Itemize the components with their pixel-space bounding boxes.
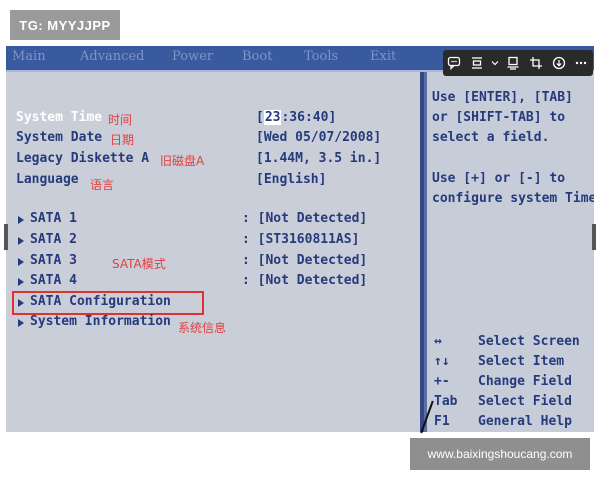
system-time-cursor: 23 (263, 110, 282, 125)
legacy-diskette-label: Legacy Diskette A (16, 151, 150, 166)
sata2-arrow-icon (18, 237, 24, 245)
legacy-diskette-annotation: 旧磁盘A (160, 154, 205, 168)
menu-tools: Tools (304, 49, 339, 64)
key-select-screen-desc: Select Screen (478, 334, 580, 349)
sata1-label: SATA 1 (30, 211, 77, 226)
crop-icon[interactable] (527, 54, 545, 72)
sata4-arrow-icon (18, 278, 24, 286)
bios-photo: Main Advanced Power Boot Tools Exit Syst… (6, 46, 594, 432)
system-date-label: System Date (16, 130, 103, 145)
sata-configuration-label: SATA Configuration (30, 294, 171, 309)
key-select-screen: ↔ (434, 334, 442, 349)
help-line-1: Use [ENTER], [TAB] (432, 90, 573, 105)
watermark-top: TG: MYYJJPP (10, 10, 120, 40)
sata1-value: : [Not Detected] (242, 211, 368, 226)
system-time-value: [23:36:40] (256, 110, 337, 125)
help-line-4: Use [+] or [-] to (432, 171, 566, 186)
ocr-icon[interactable] (504, 54, 522, 72)
download-icon[interactable] (550, 54, 568, 72)
menu-advanced: Advanced (80, 49, 145, 64)
watermark-bottom: www.baixingshoucang.com (410, 438, 590, 470)
system-time-annotation: 时间 (108, 113, 133, 127)
sata-configuration-arrow-icon (18, 299, 24, 307)
help-line-5: configure system Time (432, 191, 594, 206)
frame-icon[interactable] (468, 54, 486, 72)
sata1-arrow-icon (18, 216, 24, 224)
system-information-arrow-icon (18, 319, 24, 327)
help-line-3: select a field. (432, 130, 550, 145)
more-icon[interactable] (572, 54, 590, 72)
sata4-label: SATA 4 (30, 273, 77, 288)
menu-power: Power (172, 49, 214, 64)
key-select-field: Tab (434, 394, 458, 409)
help-line-2: or [SHIFT-TAB] to (432, 110, 566, 125)
sata4-value: : [Not Detected] (242, 273, 368, 288)
bios-settings-pane (6, 72, 420, 432)
chevron-down-icon[interactable] (491, 54, 499, 72)
key-change-field-desc: Change Field (478, 374, 572, 389)
image-toolbar (443, 50, 593, 76)
comment-icon[interactable] (445, 54, 463, 72)
language-value: [English] (256, 172, 327, 187)
right-scroll-handle[interactable] (592, 224, 596, 250)
menu-boot: Boot (242, 49, 273, 64)
key-select-field-desc: Select Field (478, 394, 572, 409)
sata3-arrow-icon (18, 258, 24, 266)
system-information-label: System Information (30, 314, 171, 329)
system-time-label: System Time (16, 110, 103, 125)
legacy-diskette-value: [1.44M, 3.5 in.] (256, 151, 382, 166)
sata-mode-annotation: SATA模式 (112, 257, 166, 271)
sata3-label: SATA 3 (30, 253, 77, 268)
key-select-item: ↑↓ (434, 354, 450, 369)
system-information-annotation: 系统信息 (178, 321, 227, 335)
sata3-value: : [Not Detected] (242, 253, 368, 268)
language-annotation: 语言 (90, 178, 115, 192)
key-general-help: F1 (434, 414, 450, 429)
menu-exit: Exit (370, 49, 397, 64)
language-label: Language (16, 172, 79, 187)
sata2-value: : [ST3160811AS] (242, 232, 360, 247)
key-change-field: +- (434, 374, 450, 389)
system-date-annotation: 日期 (110, 133, 135, 147)
system-date-value: [Wed 05/07/2008] (256, 130, 382, 145)
menu-main: Main (12, 49, 46, 64)
key-general-help-desc: General Help (478, 414, 572, 429)
key-select-item-desc: Select Item (478, 354, 565, 369)
system-time-rest: :36:40] (281, 110, 337, 125)
sata2-label: SATA 2 (30, 232, 77, 247)
left-scroll-handle[interactable] (4, 224, 8, 250)
